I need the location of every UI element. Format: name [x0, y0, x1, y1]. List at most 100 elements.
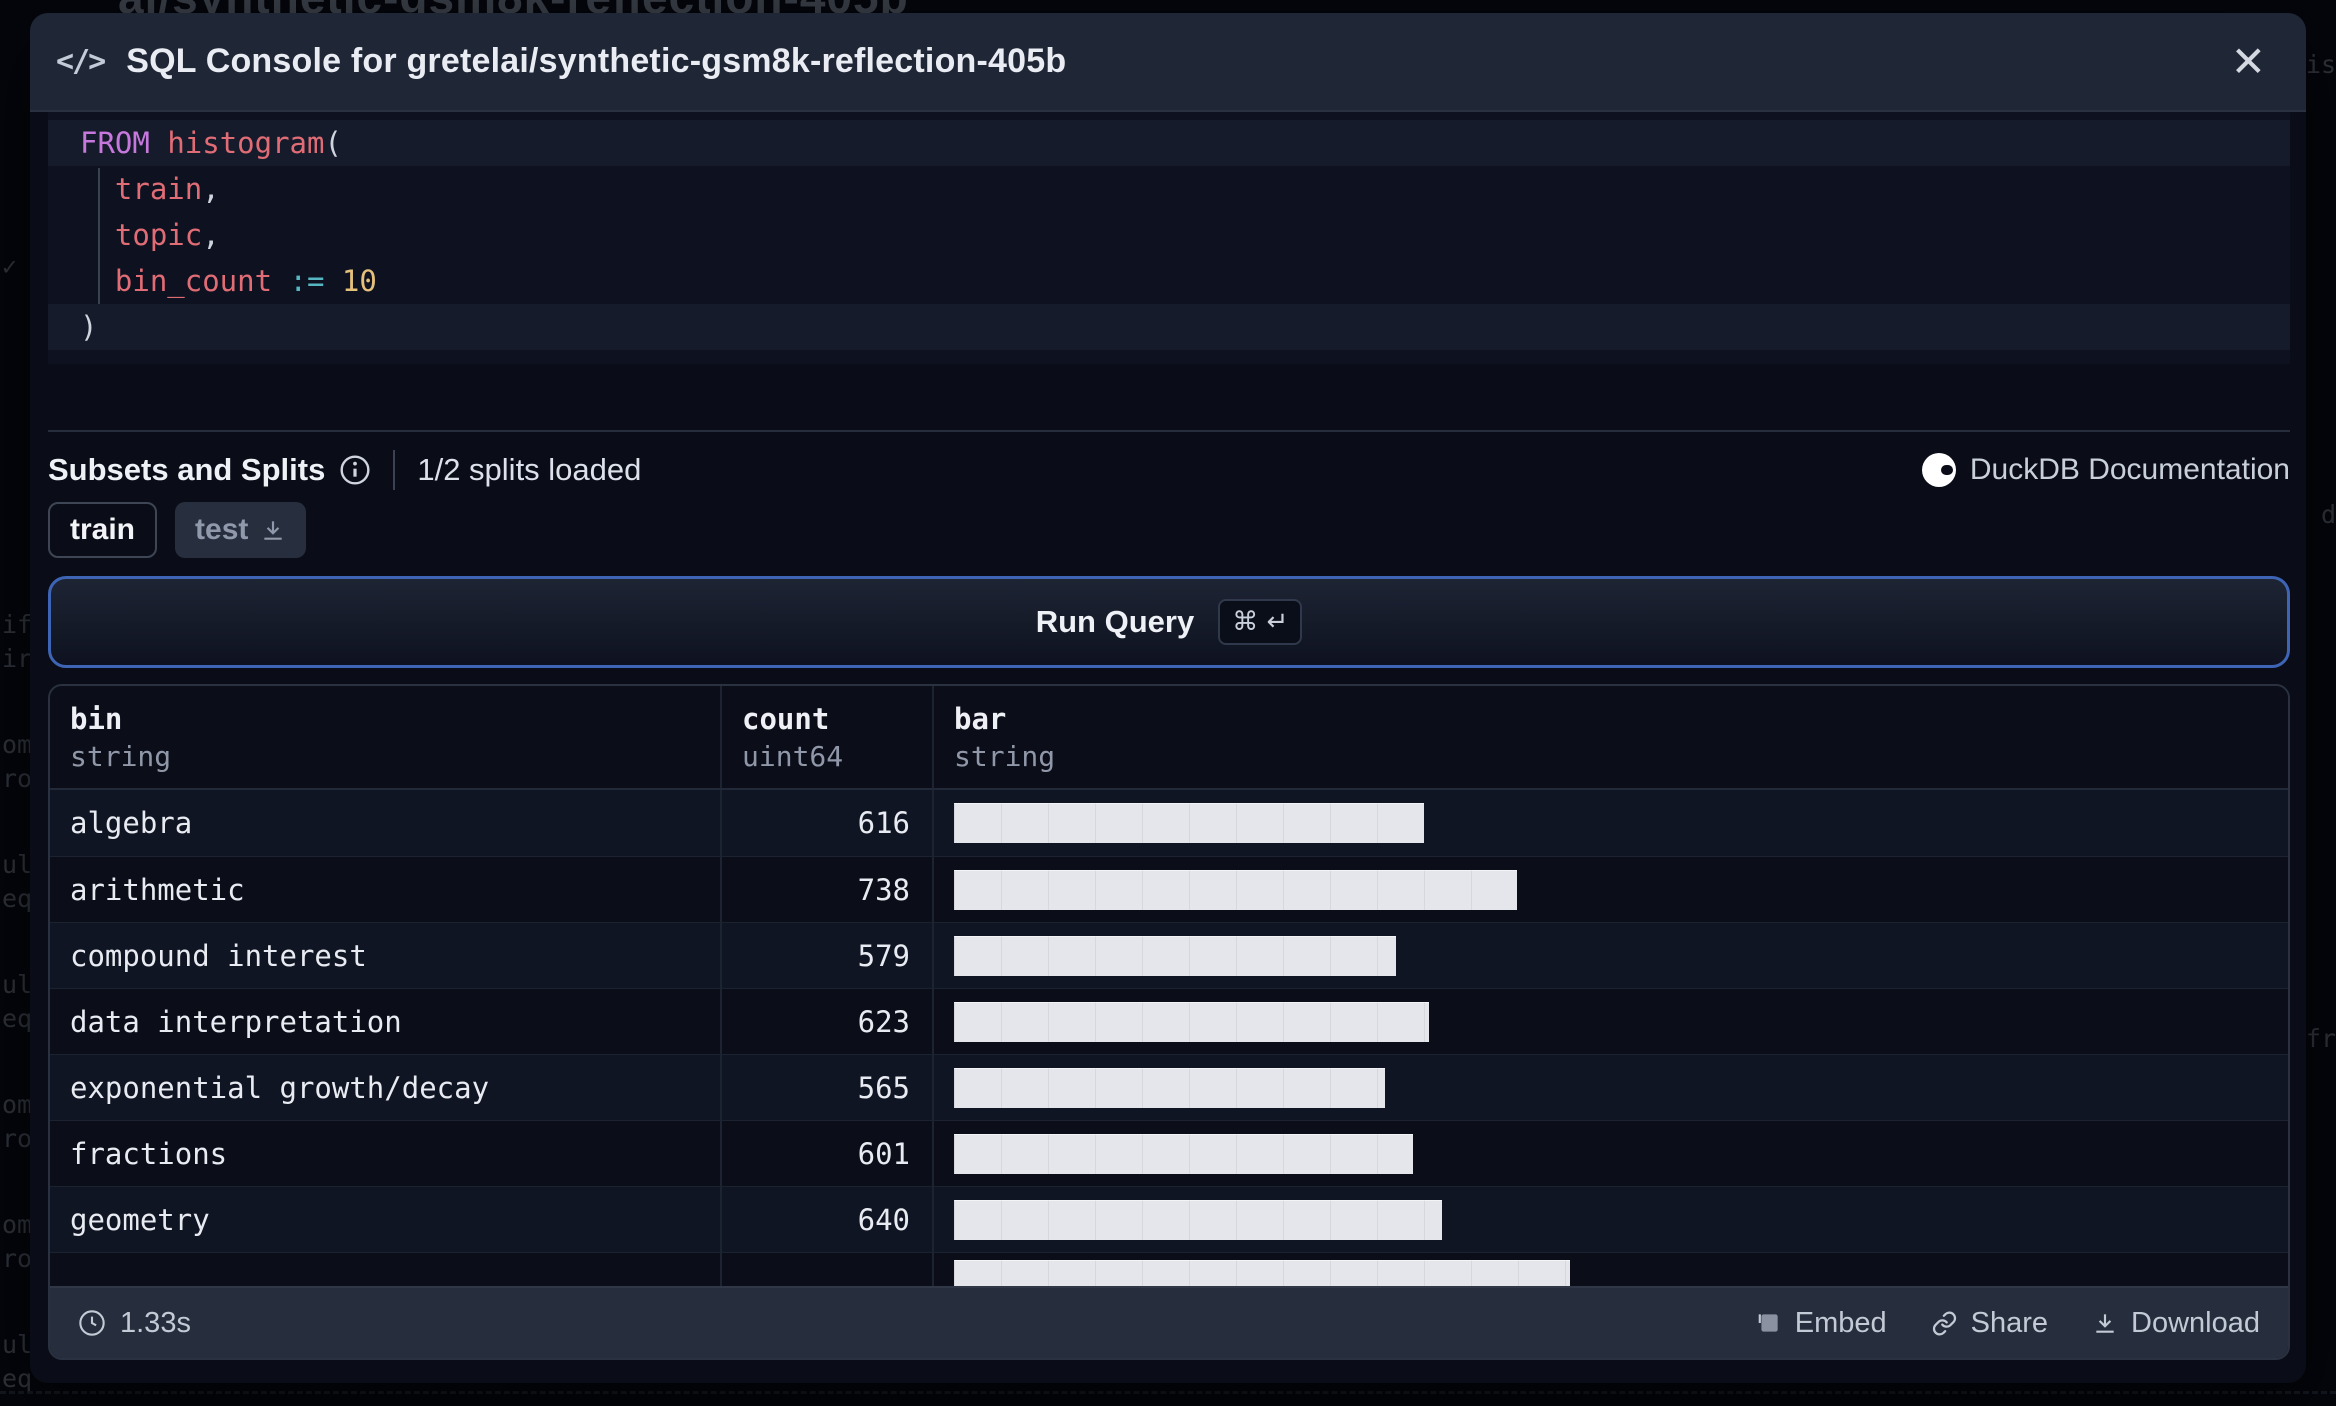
code-line-2[interactable]: train,: [48, 166, 2290, 212]
download-icon: [2092, 1310, 2118, 1336]
column-name: bin: [70, 702, 123, 736]
cell-bar: [934, 923, 2288, 988]
cell-bar: [934, 989, 2288, 1054]
background-page-heading: ai/synthetic-gsm8k-reflection-405b: [118, 0, 909, 13]
table-row[interactable]: arithmetic 738: [50, 856, 2288, 922]
background-text-fragment: fr: [2305, 1024, 2336, 1053]
column-name: bar: [954, 702, 1007, 736]
vertical-separator: [393, 450, 396, 490]
table-row[interactable]: geometry 640: [50, 1186, 2288, 1252]
background-page-strip: ai/synthetic-gsm8k-reflection-405b: [0, 0, 2336, 13]
cell-count: 601: [722, 1121, 934, 1186]
run-query-button[interactable]: Run Query ⌘ ↵: [48, 576, 2290, 668]
histogram-bar: [954, 935, 1396, 976]
elapsed-time: 1.33s: [120, 1306, 191, 1339]
code-line-1[interactable]: FROM histogram(: [48, 120, 2290, 166]
info-icon[interactable]: [339, 454, 371, 486]
cell-bar: [934, 857, 2288, 922]
subsets-label: Subsets and Splits: [48, 452, 326, 487]
table-row[interactable]: [50, 1252, 2288, 1286]
cell-count: 623: [722, 989, 934, 1054]
query-elapsed: 1.33s: [78, 1307, 191, 1340]
duckdb-documentation-link[interactable]: DuckDB Documentation: [1921, 453, 2290, 487]
cell-bin: geometry: [50, 1187, 722, 1252]
histogram-bar: [954, 1001, 1429, 1042]
code-token: histogram: [167, 126, 325, 160]
code-token: FROM: [80, 126, 168, 160]
results-table-container: bin string count uint64 bar string algeb…: [48, 684, 2290, 1360]
histogram-bar: [954, 803, 1424, 843]
cell-bar: [934, 1055, 2288, 1120]
indent-guide: [98, 168, 100, 304]
splits-buttons: train test: [48, 502, 307, 558]
cell-bin: algebra: [50, 790, 722, 856]
code-token: (: [324, 126, 342, 160]
code-token: 10: [341, 264, 377, 298]
code-line-4[interactable]: bin_count := 10: [48, 258, 2290, 304]
close-icon[interactable]: ✕: [2231, 40, 2266, 83]
cell-count: 640: [722, 1187, 934, 1252]
modal-title: SQL Console for gretelai/synthetic-gsm8k…: [126, 42, 1067, 80]
histogram-bar: [954, 869, 1517, 910]
table-row[interactable]: exponential growth/decay 565: [50, 1054, 2288, 1120]
background-text-fragment: ul eq: [2, 850, 33, 913]
table-row[interactable]: algebra 616: [50, 790, 2288, 856]
background-text-fragment: ul eq: [2, 970, 33, 1033]
download-button[interactable]: Download: [2092, 1307, 2260, 1340]
sql-editor[interactable]: FROM histogram( train, topic, bin_count …: [48, 112, 2290, 364]
background-text-fragment: d: [2320, 500, 2336, 529]
download-label: Download: [2131, 1306, 2260, 1339]
code-token: :=: [289, 264, 325, 298]
cell-bar: [934, 790, 2288, 856]
column-header-count[interactable]: count uint64: [722, 686, 934, 788]
code-token: ,: [202, 218, 220, 252]
subsets-row: Subsets and Splits 1/2 splits loaded Duc…: [48, 447, 2290, 493]
share-button[interactable]: Share: [1931, 1307, 2048, 1340]
cell-count: 565: [722, 1055, 934, 1120]
embed-button[interactable]: Embed: [1756, 1307, 1887, 1340]
cmd-enter-kbd: ⌘ ↵: [1218, 599, 1303, 645]
histogram-bar: [954, 1199, 1442, 1240]
share-label: Share: [1970, 1306, 2049, 1339]
histogram-bar: [954, 1067, 1385, 1108]
cell-bin: exponential growth/decay: [50, 1055, 722, 1120]
code-token: bin_count: [114, 264, 273, 298]
column-name: count: [742, 702, 830, 736]
cell-count: [722, 1253, 934, 1286]
background-dashed-divider: [0, 1391, 2336, 1394]
cell-bin: fractions: [50, 1121, 722, 1186]
section-divider: [48, 430, 2290, 432]
duckdb-documentation-label: DuckDB Documentation: [1969, 453, 2290, 486]
table-row[interactable]: compound interest 579: [50, 922, 2288, 988]
background-text-fragment: is: [2305, 50, 2336, 79]
column-header-bar[interactable]: bar string: [934, 686, 2288, 788]
table-row[interactable]: fractions 601: [50, 1120, 2288, 1186]
clock-icon: [78, 1309, 106, 1337]
splits-loaded-status: 1/2 splits loaded: [417, 452, 642, 487]
cell-bin: compound interest: [50, 923, 722, 988]
code-line-5[interactable]: ): [48, 304, 2290, 350]
footer-actions: Embed Share Download: [1756, 1307, 2260, 1340]
modal-titlebar: </> SQL Console for gretelai/synthetic-g…: [30, 13, 2306, 112]
embed-icon: [1756, 1310, 1782, 1336]
cell-count: 579: [722, 923, 934, 988]
background-text-fragment: om ro: [2, 1090, 33, 1153]
run-query-label: Run Query: [1035, 604, 1195, 639]
sql-console-modal: </> SQL Console for gretelai/synthetic-g…: [30, 13, 2306, 1383]
code-line-3[interactable]: topic,: [48, 212, 2290, 258]
split-button-train[interactable]: train: [48, 502, 158, 558]
link-icon: [1931, 1310, 1958, 1337]
cell-bar: [934, 1187, 2288, 1252]
cell-count: 738: [722, 857, 934, 922]
column-type: uint64: [742, 740, 844, 773]
code-token: ,: [202, 172, 220, 206]
split-button-test[interactable]: test: [175, 502, 307, 558]
table-row[interactable]: data interpretation 623: [50, 988, 2288, 1054]
cell-bar: [934, 1121, 2288, 1186]
split-test-label: test: [195, 513, 249, 546]
column-header-bin[interactable]: bin string: [50, 686, 722, 788]
code-token: topic: [114, 218, 203, 252]
background-text-fragment: ul eq: [2, 1330, 33, 1393]
table-header: bin string count uint64 bar string: [50, 686, 2288, 790]
